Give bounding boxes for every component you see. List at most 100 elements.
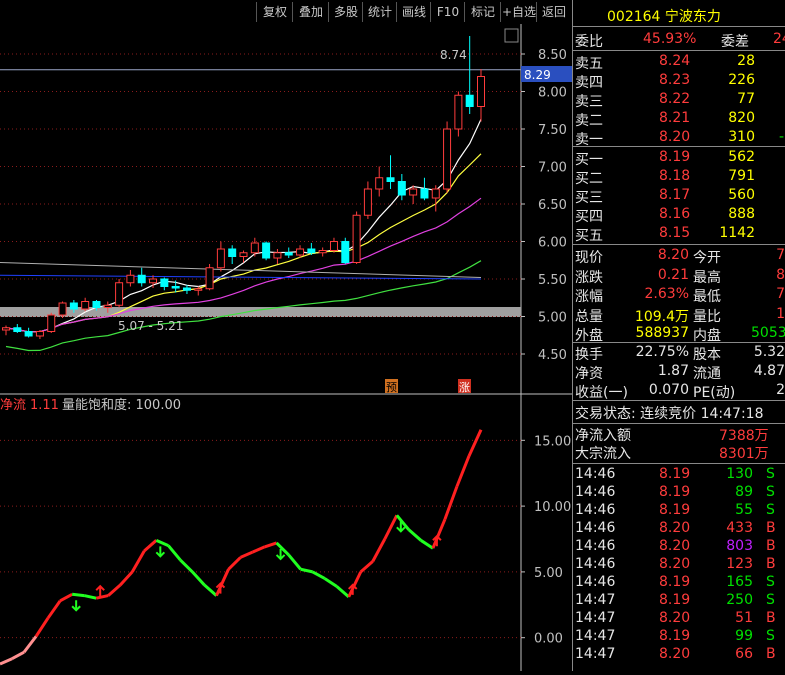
stat-label: 总量 <box>575 308 603 325</box>
fuquan-button[interactable]: 复权 <box>256 2 293 22</box>
ask-price: 8.24 <box>659 53 691 69</box>
tick-side: B <box>766 520 776 536</box>
bid-row: 买一 8.19 562 <box>573 149 785 168</box>
ask-label: 卖三 <box>575 94 603 110</box>
indicator-segment <box>11 650 25 661</box>
back-button[interactable]: 返回 <box>536 2 571 22</box>
stat-row: 现价 8.20 今开 7 <box>573 247 785 266</box>
tick-time: 14:46 <box>575 538 616 554</box>
fin-row: 收益(一) 0.070 PE(动) 2 <box>573 382 785 401</box>
ask-price: 8.23 <box>659 72 691 88</box>
tick-volume: 123 <box>726 556 753 572</box>
indicator-segment <box>95 594 109 600</box>
tick-row: 14:46 8.19 89 S <box>573 484 785 503</box>
indicator-subtitle: 量能饱和度: 100.00 <box>62 397 181 413</box>
overlay-button[interactable]: 叠加 <box>292 2 329 22</box>
tick-price: 8.20 <box>659 556 691 572</box>
tick-time: 14:47 <box>575 592 616 608</box>
stat-label-2: 量比 <box>693 308 721 325</box>
candle-body <box>352 214 361 263</box>
ask-label: 卖二 <box>575 113 603 129</box>
tick-time: 14:47 <box>575 628 616 644</box>
tick-side: S <box>766 592 775 608</box>
tick-volume: 433 <box>726 520 753 536</box>
indicator-segment <box>227 556 242 571</box>
stat-value-2: 1 <box>776 305 785 322</box>
candle-body <box>296 248 305 256</box>
ask-ext: - <box>779 129 785 145</box>
stock-title[interactable]: 002164 宁波东力 <box>607 6 721 26</box>
tick-side: B <box>766 556 776 572</box>
tick-row: 14:47 8.19 250 S <box>573 592 785 611</box>
tick-side: S <box>766 574 775 590</box>
stat-row: 涨跌 0.21 最高 8 <box>573 267 785 286</box>
candle-body <box>205 267 214 290</box>
fin-label-2: 流通 <box>693 366 721 382</box>
candle-body <box>250 242 259 254</box>
candle-body <box>284 252 293 256</box>
indicator-segment <box>167 544 182 562</box>
price-tick-label: 7.00 <box>538 161 567 176</box>
candle-body <box>137 274 146 284</box>
tick-row: 14:46 8.20 123 B <box>573 556 785 575</box>
indicator-segment <box>371 538 387 563</box>
chart-toolbar: 复权 叠加 多股 统计 画线 F10 标记 +自选 返回 <box>0 0 572 24</box>
bid-volume: 562 <box>728 149 755 165</box>
stat-label-2: 最高 <box>693 269 721 286</box>
trade-status: 交易状态: 连续竞价 14:47:18 <box>575 406 764 422</box>
tick-time: 14:46 <box>575 574 616 590</box>
indicator-title: 净流 <box>0 398 26 413</box>
divider <box>573 244 785 245</box>
indicator-segment <box>215 568 230 597</box>
weicha-value: 24 <box>773 31 785 47</box>
net-inflow-row: 净流入额 7388万 <box>573 425 785 444</box>
candle-body <box>454 94 463 130</box>
bid-volume: 1142 <box>719 225 755 241</box>
bid-label: 买一 <box>575 152 603 168</box>
add-watchlist-button[interactable]: +自选 <box>500 2 537 22</box>
stat-label: 涨幅 <box>575 289 603 305</box>
tick-volume: 130 <box>726 466 753 482</box>
current-price-label: 8.29 <box>524 68 551 82</box>
tick-side: B <box>766 646 776 662</box>
candle-body <box>329 241 338 251</box>
indicator-segment <box>0 657 13 666</box>
mark-button[interactable]: 标记 <box>464 2 501 22</box>
fin-row: 换手 22.75% 股本 5.32 <box>573 344 785 363</box>
price-tick-label: 6.50 <box>538 198 567 213</box>
fin-value-2: 5.32 <box>753 344 785 360</box>
indicator-segment <box>34 617 50 638</box>
candle-body <box>307 248 316 254</box>
candle-body <box>409 188 418 196</box>
tick-row: 14:46 8.20 803 B <box>573 538 785 557</box>
range-label: 5.07 - 5.21 <box>118 319 183 333</box>
candle-body <box>363 188 372 216</box>
chart-area[interactable]: 8.29 8.74 5.07 - 5.21 预 涨 净流 1.11 量能饱和度:… <box>0 24 572 671</box>
buy-arrow-icon <box>95 584 105 597</box>
indicator-segment <box>130 550 146 573</box>
fin-value: 1.87 <box>657 363 689 379</box>
indicator-segment <box>443 485 459 520</box>
fin-row: 净资 1.87 流通 4.87 <box>573 363 785 382</box>
ask-volume: 820 <box>728 110 755 126</box>
candle-body <box>24 331 33 337</box>
indicator-tick-label: 10.00 <box>534 500 571 515</box>
kline-chart[interactable]: 8.29 8.74 5.07 - 5.21 预 涨 净流 1.11 量能饱和度:… <box>0 24 572 671</box>
multi-stock-button[interactable]: 多股 <box>328 2 363 22</box>
candle-body <box>420 188 429 199</box>
blue-line <box>0 274 482 280</box>
candle-body <box>69 302 78 310</box>
ask-row: 卖四 8.23 226 <box>573 72 785 91</box>
bid-price: 8.16 <box>659 206 691 222</box>
stat-value-2: 7 <box>776 247 785 263</box>
statistics-button[interactable]: 统计 <box>362 2 397 22</box>
tick-volume: 165 <box>726 574 753 590</box>
tick-row: 14:46 8.20 433 B <box>573 520 785 539</box>
draw-line-button[interactable]: 画线 <box>396 2 431 22</box>
candle-body <box>375 177 384 190</box>
bid-row: 买二 8.18 791 <box>573 168 785 187</box>
ask-volume: 310 <box>728 129 755 145</box>
f10-button[interactable]: F10 <box>430 2 465 22</box>
stat-value: 2.63% <box>644 286 689 302</box>
stat-value: 0.21 <box>657 266 689 283</box>
